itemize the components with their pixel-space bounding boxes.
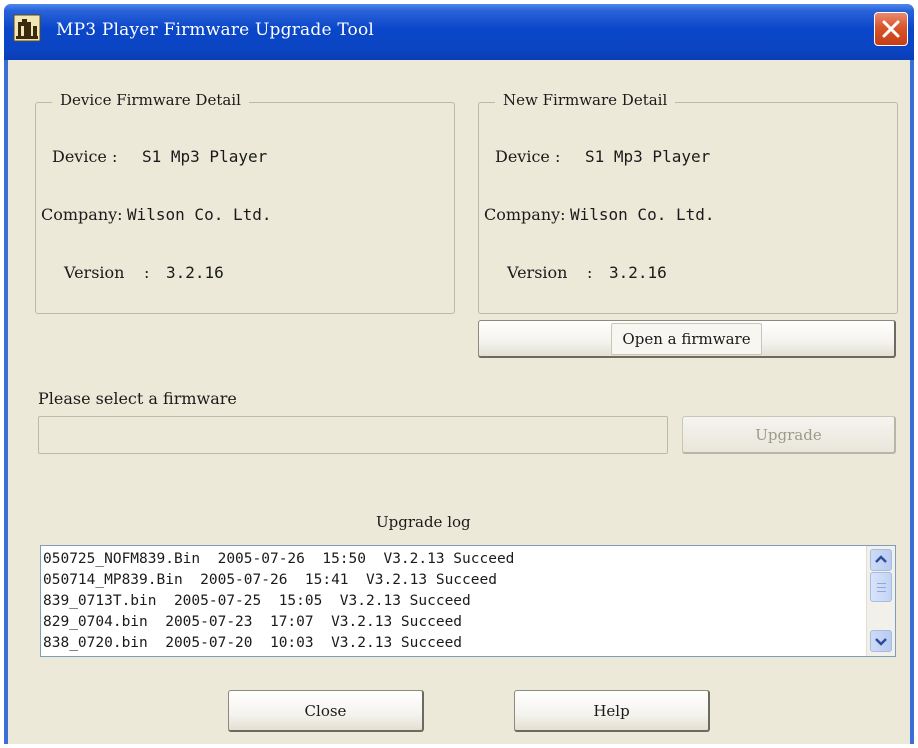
log-entry[interactable]: 839_0713T.bin 2005-07-25 15:05 V3.2.13 S…: [43, 591, 863, 612]
new-company-value: Wilson Co. Ltd.: [570, 205, 715, 224]
log-scrollbar[interactable]: [866, 546, 895, 656]
new-version-value: 3.2.16: [609, 263, 667, 282]
new-version-separator: :: [587, 263, 593, 282]
company-value: Wilson Co. Ltd.: [127, 205, 272, 224]
help-label: Help: [593, 701, 630, 720]
open-firmware-label: Open a firmware: [611, 322, 762, 355]
version-label: Version: [64, 263, 125, 282]
device-value: S1 Mp3 Player: [142, 147, 268, 166]
close-button[interactable]: Close: [228, 690, 424, 732]
version-separator: :: [144, 263, 150, 282]
device-firmware-group: Device Firmware Detail Device : S1 Mp3 P…: [35, 91, 455, 314]
device-firmware-legend: Device Firmware Detail: [52, 91, 249, 109]
version-value: 3.2.16: [166, 263, 224, 282]
company-label: Company:: [41, 205, 123, 224]
select-firmware-label: Please select a firmware: [38, 389, 237, 408]
new-device-label: Device :: [495, 147, 561, 166]
upgrade-log-title: Upgrade log: [376, 513, 471, 531]
dialog-client-area: Device Firmware Detail Device : S1 Mp3 P…: [8, 60, 910, 744]
new-device-value: S1 Mp3 Player: [585, 147, 711, 166]
new-version-label: Version: [507, 263, 568, 282]
window-close-button[interactable]: [874, 12, 908, 46]
help-button[interactable]: Help: [514, 690, 710, 732]
chevron-up-icon: [875, 555, 887, 563]
scroll-up-button[interactable]: [870, 549, 892, 571]
upgrade-log-list[interactable]: 050725_NOFM839.Bin 2005-07-26 15:50 V3.2…: [40, 545, 896, 657]
chevron-down-icon: [875, 638, 887, 646]
app-icon: [13, 14, 41, 42]
close-label: Close: [304, 701, 347, 720]
log-entry[interactable]: 829_0704.bin 2005-07-23 17:07 V3.2.13 Su…: [43, 612, 863, 633]
window-title: MP3 Player Firmware Upgrade Tool: [56, 20, 375, 40]
title-bar[interactable]: MP3 Player Firmware Upgrade Tool: [4, 4, 914, 60]
scroll-down-button[interactable]: [870, 630, 892, 652]
device-label: Device :: [52, 147, 118, 166]
new-firmware-legend: New Firmware Detail: [495, 91, 676, 109]
scroll-thumb[interactable]: [870, 572, 892, 602]
log-entry[interactable]: 838_0720.bin 2005-07-20 10:03 V3.2.13 Su…: [43, 633, 863, 654]
log-entry[interactable]: 050725_NOFM839.Bin 2005-07-26 15:50 V3.2…: [43, 549, 863, 570]
new-firmware-group: New Firmware Detail Device : S1 Mp3 Play…: [478, 91, 898, 314]
log-lines: 050725_NOFM839.Bin 2005-07-26 15:50 V3.2…: [43, 549, 863, 654]
upgrade-button[interactable]: Upgrade: [682, 416, 896, 454]
new-company-label: Company:: [484, 205, 566, 224]
firmware-path-field[interactable]: [38, 416, 668, 454]
close-icon: [882, 20, 900, 38]
app-window: MP3 Player Firmware Upgrade Tool Device …: [4, 4, 914, 744]
open-firmware-button[interactable]: Open a firmware: [478, 320, 896, 358]
log-entry[interactable]: 050714_MP839.Bin 2005-07-26 15:41 V3.2.1…: [43, 570, 863, 591]
upgrade-label: Upgrade: [755, 425, 822, 444]
